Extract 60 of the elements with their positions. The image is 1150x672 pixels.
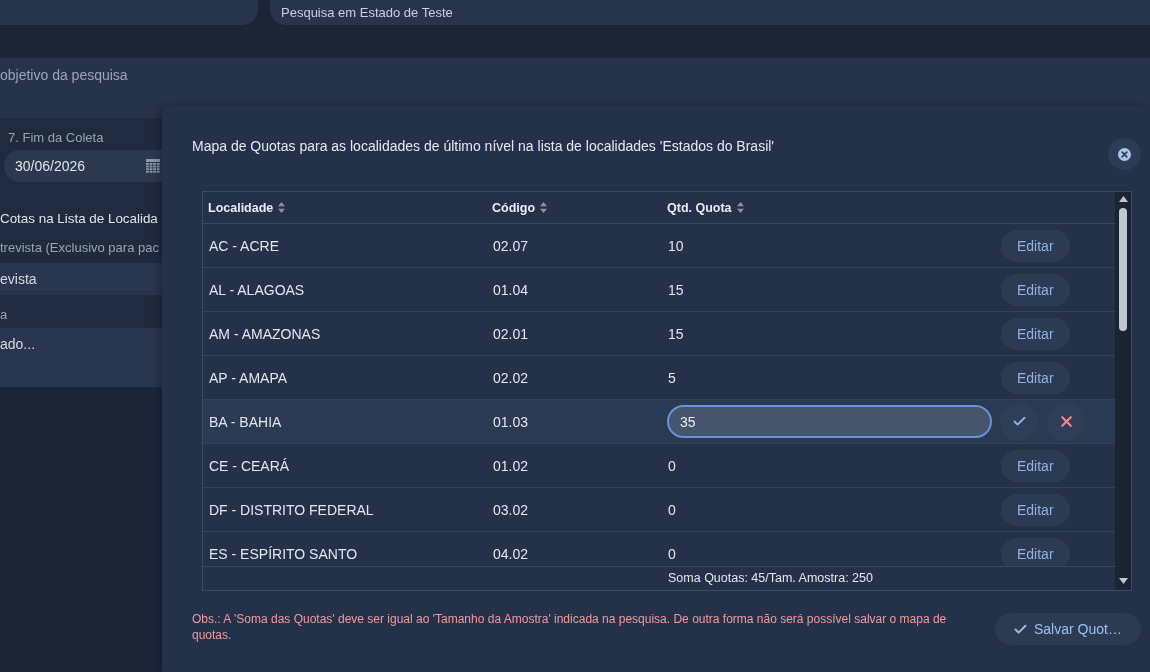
locality-code: 02.07 [493,237,529,254]
field-label: 7. Fim da Coleta [8,130,104,145]
down-arrow-icon[interactable] [1118,578,1128,584]
close-icon [1118,147,1131,161]
close-button[interactable] [1108,138,1141,170]
scrollbar-thumb[interactable] [1119,208,1127,331]
quota-sum-text: Soma Quotas: 45/Tam. Amostra: 250 [668,571,873,586]
field-label: trevista (Exclusivo para pac [0,240,159,255]
locality-code: 01.02 [493,457,529,474]
objective-text: objetivo da pesquisa [0,67,128,83]
edit-button[interactable]: Editar [1001,449,1070,482]
quota-value: 15 [668,281,684,298]
locality-name: AC - ACRE [209,237,279,254]
locality-name: AM - AMAZONAS [209,325,321,342]
edit-button[interactable]: Editar [1001,537,1070,566]
locality-name: ES - ESPÍRITO SANTO [209,545,358,562]
edit-button[interactable]: Editar [1001,273,1070,306]
locality-code: 03.02 [493,501,529,518]
date-field[interactable]: 30/06/2026 [4,150,162,182]
locality-name: AL - ALAGOAS [209,281,305,298]
quota-value: 0 [668,501,676,518]
quota-value: 15 [668,325,684,342]
quota-value: 5 [668,369,676,386]
locality-name: AP - AMAPA [209,369,288,386]
column-header[interactable]: Código [492,200,548,215]
locality-code: 01.04 [493,281,529,298]
section-title: Cotas na Lista de Localida [0,211,158,227]
up-arrow-icon[interactable] [1118,196,1128,202]
calendar-icon [146,159,160,173]
dialog-title: Mapa de Quotas para as localidades de último nível na lista de localidades 'Estados do Brasil' [192,138,775,154]
locality-code: 02.01 [493,325,529,342]
locality-name: DF - DISTRITO FEDERAL [209,501,374,518]
locality-name: BA - BAHIA [209,413,282,430]
column-header[interactable]: Qtd. Quota [667,200,744,215]
locality-code: 04.02 [493,545,529,562]
edit-button[interactable]: Editar [1001,493,1070,526]
interview-type-field[interactable]: evista [0,263,162,295]
check-icon [1011,414,1027,429]
quota-input[interactable]: 35 [667,405,992,438]
locality-code: 02.02 [493,369,529,386]
sort-icon [278,202,286,213]
scrollbar[interactable] [1115,192,1131,590]
sort-icon [736,202,744,213]
save-button[interactable]: Salvar Quot… [995,613,1141,645]
quota-value: 0 [668,545,676,562]
warning-note: Obs.: A 'Soma das Quotas' deve ser igual ao 'Tamanho da Amostra' indicada na pesquisa. De outra forma não será possível salvar o mapa de quotas. [192,611,948,643]
locality-code: 01.03 [493,413,529,430]
field-label: a [0,307,8,322]
sort-icon [540,202,548,213]
edit-button[interactable]: Editar [1001,229,1070,262]
cancel-button[interactable] [1047,402,1085,441]
locality-name: CE - CEARÁ [209,457,290,474]
quota-value: 10 [668,237,684,254]
column-header[interactable]: Localidade [208,200,286,215]
edit-button[interactable]: Editar [1001,317,1070,350]
confirm-button[interactable] [1000,402,1038,441]
edit-button[interactable]: Editar [1001,361,1070,394]
quota-value: 0 [668,457,676,474]
survey-name-field[interactable]: Pesquisa em Estado de Teste [270,0,1150,25]
list-select-field[interactable]: ado... [0,328,162,387]
